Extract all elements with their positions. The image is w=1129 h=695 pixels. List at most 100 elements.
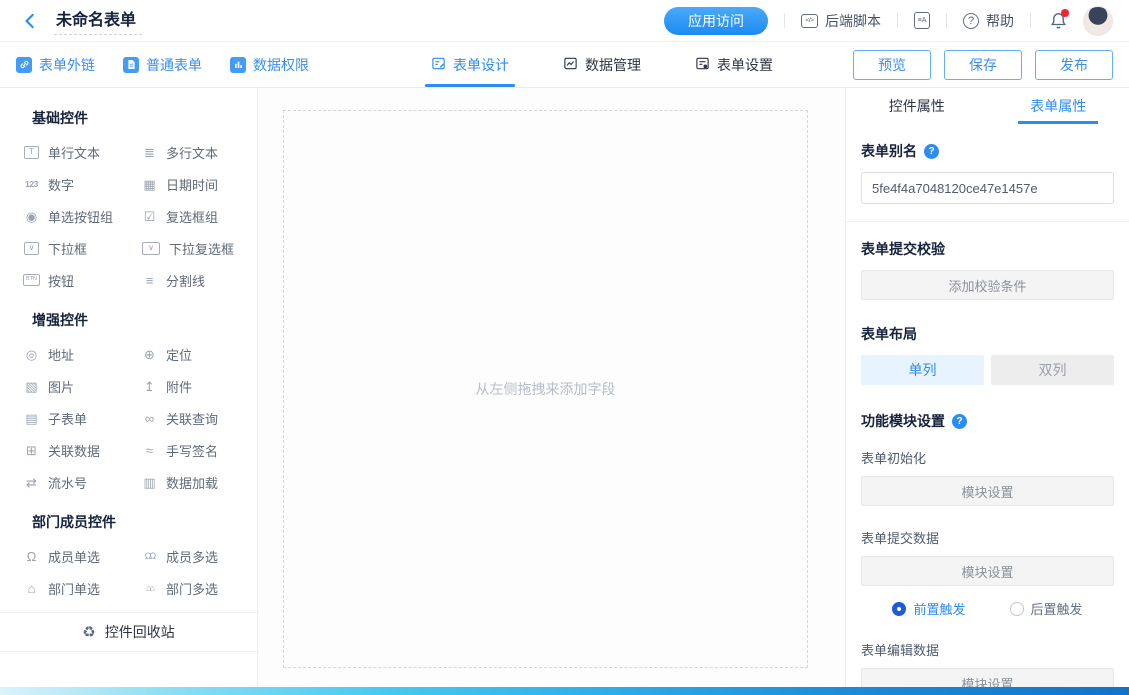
drop-zone-placeholder: 从左侧拖拽来添加字段 [476,379,616,399]
radio-group-icon: ◉ [22,210,41,223]
data-load-icon: ▥ [140,476,159,489]
tab-form-properties[interactable]: 表单属性 [988,88,1129,124]
form-settings-icon [695,56,710,74]
address-icon: ◎ [22,348,41,361]
tab-control-properties[interactable]: 控件属性 [846,88,988,124]
back-icon[interactable] [18,9,42,33]
radio-selected-icon [892,602,906,616]
control-item-button[interactable]: BTN按钮 [22,264,140,296]
form-alias-input[interactable] [861,172,1114,204]
form-alias-label: 表单别名 [861,141,917,161]
control-item-location[interactable]: ⊕定位 [140,338,257,370]
member-multi-icon: ΩΩ [140,552,159,561]
pre-trigger-radio[interactable]: 前置触发 [892,599,965,618]
serial-number-icon: ⇄ [22,476,41,489]
post-trigger-radio[interactable]: 后置触发 [1010,599,1083,618]
control-item-single-line-text[interactable]: T 单行文本 [22,136,140,168]
drop-zone[interactable]: 从左侧拖拽来添加字段 [283,110,808,668]
data-permission-label: 数据权限 [253,55,309,75]
form-submit-module-button[interactable]: 模块设置 [861,556,1114,586]
form-submit-label: 表单提交数据 [861,528,1114,547]
control-label: 流水号 [48,473,87,492]
form-design-icon [431,56,446,74]
tab-data-manage[interactable]: 数据管理 [557,42,647,87]
data-permission-button[interactable]: 数据权限 [230,55,309,75]
control-item-image[interactable]: ▧图片 [22,370,140,402]
control-label: 附件 [166,377,192,396]
control-item-dropdown[interactable]: ∨下拉框 [22,232,140,264]
control-item-divider-line[interactable]: ≡分割线 [140,264,257,296]
member-single-icon: Ω [22,550,41,563]
control-item-member-multi[interactable]: ΩΩ成员多选 [140,540,257,572]
radio-unselected-icon [1010,602,1024,616]
api-docs-icon[interactable]: ≡A [914,12,930,29]
notification-bell-icon[interactable] [1047,10,1069,32]
divider [846,221,1129,222]
control-item-checkbox-group[interactable]: ☑ 复选框组 [140,200,257,232]
form-external-link-button[interactable]: 表单外链 [16,55,95,75]
main-tabs: 表单设计 数据管理 表单设置 [425,42,821,87]
control-item-subform[interactable]: ▤子表单 [22,402,140,434]
checkbox-group-icon: ☑ [140,210,159,223]
control-label: 单行文本 [48,143,100,162]
section-title-enhanced-controls: 增强控件 [0,296,257,338]
user-avatar[interactable] [1083,6,1113,36]
help-button[interactable]: ? 帮助 [963,11,1014,31]
control-item-multi-dropdown[interactable]: ∨下拉复选框 [140,232,257,264]
control-item-dept-multi[interactable]: ⌂⌂部门多选 [140,572,257,604]
control-item-radio-group[interactable]: ◉单选按钮组 [22,200,140,232]
divider-line-icon: ≡ [140,274,159,287]
control-label: 数字 [48,175,74,194]
app-access-button[interactable]: 应用访问 [664,7,768,35]
normal-form-button[interactable]: 普通表单 [123,55,202,75]
recycle-icon: ♻ [82,623,95,641]
attachment-icon: ↥ [140,380,159,393]
controls-sidebar: 基础控件 T 单行文本 ≣多行文本 123数字 ▦日期时间 ◉单选按钮组 ☑ 复选框… [0,88,258,695]
control-item-signature[interactable]: ≈ 手写签名 [140,434,257,466]
control-item-serial-number[interactable]: ⇄ 流水号 [22,466,140,498]
dropdown-icon: ∨ [24,242,39,255]
control-item-data-load[interactable]: ▥数据加载 [140,466,257,498]
dept-multi-icon: ⌂⌂ [140,584,159,593]
divider [1030,13,1031,28]
control-item-dept-single[interactable]: ⌂部门单选 [22,572,140,604]
control-item-multi-line-text[interactable]: ≣多行文本 [140,136,257,168]
control-item-link-data[interactable]: ⊞关联数据 [22,434,140,466]
control-item-number[interactable]: 123数字 [22,168,140,200]
layout-single-column-button[interactable]: 单列 [861,355,984,385]
control-label: 手写签名 [166,441,218,460]
post-trigger-label: 后置触发 [1031,599,1083,618]
backend-script-button[interactable]: </> 后端脚本 [801,11,881,31]
help-icon: ? [963,13,979,29]
multi-dropdown-icon: ∨ [142,242,160,255]
desktop-taskbar-edge [0,687,1129,695]
control-item-member-single[interactable]: Ω 成员单选 [22,540,140,572]
control-item-datetime[interactable]: ▦日期时间 [140,168,257,200]
single-line-text-icon: T [24,146,39,159]
preview-button[interactable]: 预览 [853,50,931,80]
control-label: 关联查询 [166,409,218,428]
tab-form-settings[interactable]: 表单设置 [689,42,779,87]
control-label: 成员单选 [48,547,100,566]
signature-icon: ≈ [140,444,159,457]
control-item-attachment[interactable]: ↥ 附件 [140,370,257,402]
control-item-address[interactable]: ◎地址 [22,338,140,370]
save-button[interactable]: 保存 [944,50,1022,80]
divider [897,13,898,28]
control-label: 复选框组 [166,207,218,226]
tab-form-design[interactable]: 表单设计 [425,42,515,87]
help-badge-icon[interactable]: ? [952,414,967,429]
toolbar: 表单外链 普通表单 数据权限 表单设计 [0,42,1129,88]
publish-button[interactable]: 发布 [1035,50,1113,80]
add-validation-button[interactable]: 添加校验条件 [861,270,1114,300]
form-title[interactable]: 未命名表单 [54,6,142,35]
control-item-link-query[interactable]: ∞关联查询 [140,402,257,434]
help-badge-icon[interactable]: ? [924,144,939,159]
tab-form-settings-label: 表单设置 [717,55,773,75]
control-recycle-bin-button[interactable]: ♻ 控件回收站 [0,612,257,652]
form-layout-label: 表单布局 [861,324,917,344]
section-title-basic-controls: 基础控件 [0,94,257,136]
control-label: 子表单 [48,409,87,428]
layout-double-column-button[interactable]: 双列 [991,355,1114,385]
form-init-module-button[interactable]: 模块设置 [861,476,1114,506]
